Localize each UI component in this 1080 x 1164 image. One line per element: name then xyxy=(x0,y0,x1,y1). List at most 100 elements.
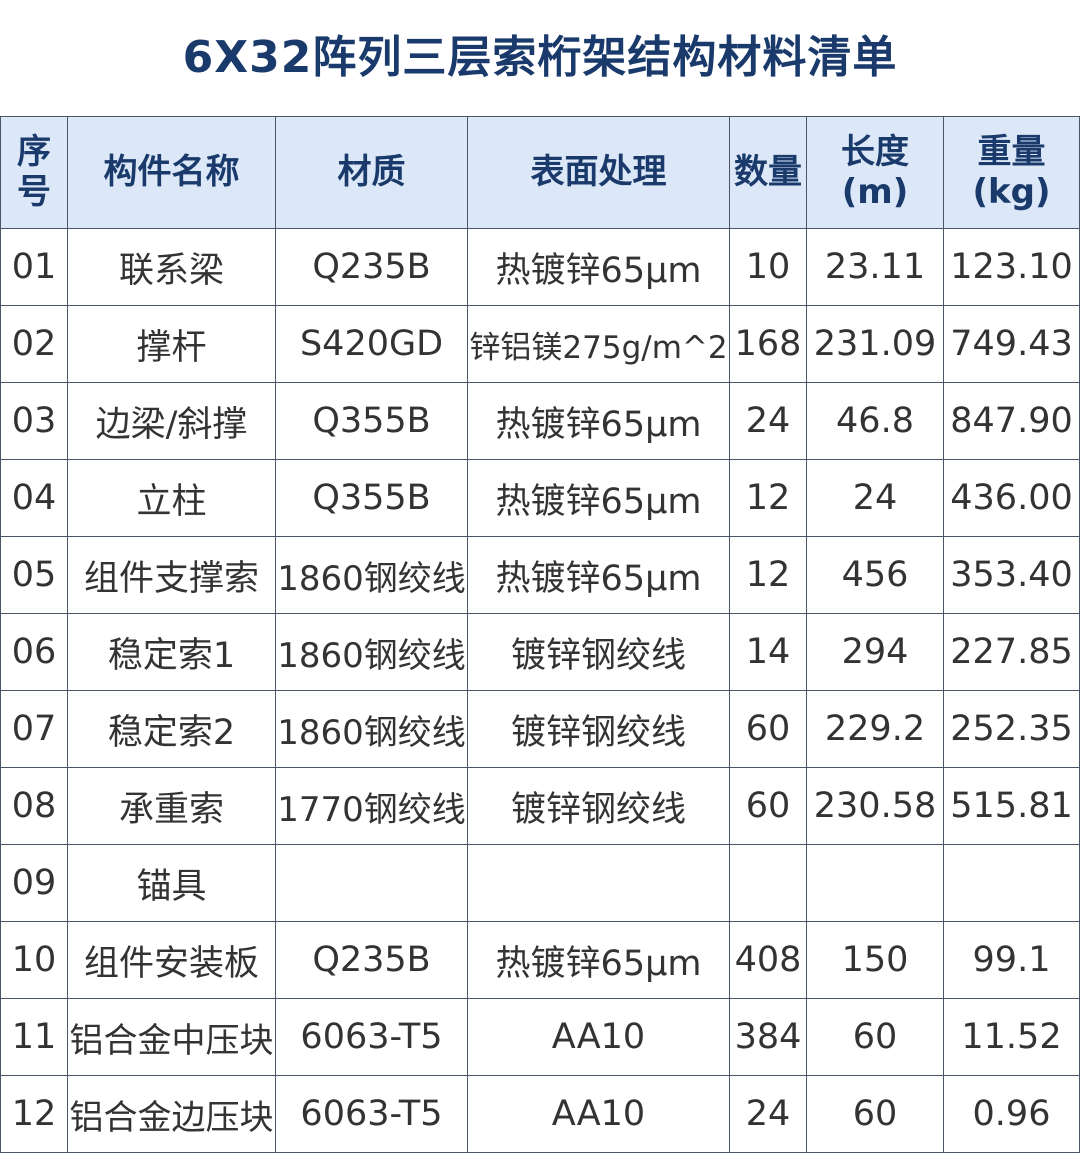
cell-length xyxy=(806,844,944,922)
cell-surface: 镀锌钢绞线 xyxy=(467,613,730,691)
cell-qty: 60 xyxy=(729,690,807,768)
cell-length: 150 xyxy=(806,921,944,999)
cell-seq: 02 xyxy=(0,305,68,383)
cell-qty: 24 xyxy=(729,382,807,460)
cell-material: S420GD xyxy=(275,305,468,383)
cell-length: 60 xyxy=(806,1075,944,1153)
cell-material: 1860钢绞线 xyxy=(275,690,468,768)
cell-length: 23.11 xyxy=(806,228,944,306)
cell-name: 铝合金边压块 xyxy=(67,1075,276,1153)
cell-name: 撑杆 xyxy=(67,305,276,383)
header-seq: 序号 xyxy=(0,116,68,229)
cell-seq: 09 xyxy=(0,844,68,922)
table-row: 05 组件支撑索 1860钢绞线 热镀锌65μm 12 456 353.40 xyxy=(0,536,1080,614)
cell-surface xyxy=(467,844,730,922)
cell-name: 锚具 xyxy=(67,844,276,922)
header-weight-line2: (kg) xyxy=(972,171,1051,212)
cell-name: 稳定索1 xyxy=(67,613,276,691)
cell-seq: 12 xyxy=(0,1075,68,1153)
cell-length: 230.58 xyxy=(806,767,944,845)
header-seq-line1: 序 xyxy=(17,132,51,173)
cell-weight: 749.43 xyxy=(943,305,1080,383)
header-material: 材质 xyxy=(275,116,468,229)
cell-qty: 24 xyxy=(729,1075,807,1153)
cell-weight: 847.90 xyxy=(943,382,1080,460)
cell-qty: 168 xyxy=(729,305,807,383)
cell-length: 294 xyxy=(806,613,944,691)
cell-material: 1860钢绞线 xyxy=(275,613,468,691)
cell-weight: 227.85 xyxy=(943,613,1080,691)
header-seq-line2: 号 xyxy=(17,171,51,212)
cell-weight: 353.40 xyxy=(943,536,1080,614)
cell-name: 边梁/斜撑 xyxy=(67,382,276,460)
cell-weight: 123.10 xyxy=(943,228,1080,306)
cell-seq: 10 xyxy=(0,921,68,999)
table-row: 12 铝合金边压块 6063-T5 AA10 24 60 0.96 xyxy=(0,1075,1080,1153)
cell-weight: 252.35 xyxy=(943,690,1080,768)
cell-material: Q355B xyxy=(275,459,468,537)
cell-surface: AA10 xyxy=(467,1075,730,1153)
header-length-line1: 长度 xyxy=(841,132,909,173)
cell-name: 联系梁 xyxy=(67,228,276,306)
cell-material: Q355B xyxy=(275,382,468,460)
cell-qty xyxy=(729,844,807,922)
header-weight-line1: 重量 xyxy=(977,132,1046,173)
cell-surface: 锌铝镁275g/m^2 xyxy=(467,305,730,383)
cell-material xyxy=(275,844,468,922)
cell-surface: AA10 xyxy=(467,998,730,1076)
table-row: 08 承重索 1770钢绞线 镀锌钢绞线 60 230.58 515.81 xyxy=(0,767,1080,845)
cell-seq: 06 xyxy=(0,613,68,691)
table-row: 04 立柱 Q355B 热镀锌65μm 12 24 436.00 xyxy=(0,459,1080,537)
table-row: 01 联系梁 Q235B 热镀锌65μm 10 23.11 123.10 xyxy=(0,228,1080,306)
cell-weight: 11.52 xyxy=(943,998,1080,1076)
cell-surface: 镀锌钢绞线 xyxy=(467,767,730,845)
cell-weight xyxy=(943,844,1080,922)
cell-name: 立柱 xyxy=(67,459,276,537)
cell-surface: 热镀锌65μm xyxy=(467,921,730,999)
cell-material: 1770钢绞线 xyxy=(275,767,468,845)
cell-seq: 08 xyxy=(0,767,68,845)
cell-seq: 11 xyxy=(0,998,68,1076)
cell-qty: 60 xyxy=(729,767,807,845)
cell-material: 6063-T5 xyxy=(275,1075,468,1153)
cell-surface: 热镀锌65μm xyxy=(467,382,730,460)
page-title: 6X32阵列三层索桁架结构材料清单 xyxy=(182,32,898,83)
cell-material: Q235B xyxy=(275,228,468,306)
cell-qty: 12 xyxy=(729,536,807,614)
table-row: 11 铝合金中压块 6063-T5 AA10 384 60 11.52 xyxy=(0,998,1080,1076)
cell-name: 承重索 xyxy=(67,767,276,845)
cell-length: 229.2 xyxy=(806,690,944,768)
cell-weight: 0.96 xyxy=(943,1075,1080,1153)
header-surface: 表面处理 xyxy=(467,116,730,229)
cell-surface: 热镀锌65μm xyxy=(467,228,730,306)
header-qty: 数量 xyxy=(729,116,807,229)
cell-seq: 07 xyxy=(0,690,68,768)
cell-surface: 镀锌钢绞线 xyxy=(467,690,730,768)
header-length-line2: (m) xyxy=(841,171,909,212)
cell-seq: 04 xyxy=(0,459,68,537)
cell-surface: 热镀锌65μm xyxy=(467,536,730,614)
table-row: 06 稳定索1 1860钢绞线 镀锌钢绞线 14 294 227.85 xyxy=(0,613,1080,691)
cell-name: 稳定索2 xyxy=(67,690,276,768)
cell-length: 60 xyxy=(806,998,944,1076)
cell-qty: 408 xyxy=(729,921,807,999)
cell-qty: 10 xyxy=(729,228,807,306)
cell-weight: 515.81 xyxy=(943,767,1080,845)
cell-length: 231.09 xyxy=(806,305,944,383)
cell-length: 46.8 xyxy=(806,382,944,460)
table-row: 10 组件安装板 Q235B 热镀锌65μm 408 150 99.1 xyxy=(0,921,1080,999)
cell-qty: 12 xyxy=(729,459,807,537)
cell-name: 组件支撑索 xyxy=(67,536,276,614)
cell-weight: 436.00 xyxy=(943,459,1080,537)
cell-weight: 99.1 xyxy=(943,921,1080,999)
table-row: 03 边梁/斜撑 Q355B 热镀锌65μm 24 46.8 847.90 xyxy=(0,382,1080,460)
header-length: 长度 (m) xyxy=(806,116,944,229)
table-row: 07 稳定索2 1860钢绞线 镀锌钢绞线 60 229.2 252.35 xyxy=(0,690,1080,768)
cell-seq: 05 xyxy=(0,536,68,614)
cell-name: 铝合金中压块 xyxy=(67,998,276,1076)
cell-length: 456 xyxy=(806,536,944,614)
cell-material: Q235B xyxy=(275,921,468,999)
cell-material: 1860钢绞线 xyxy=(275,536,468,614)
table-header-row: 序号 构件名称 材质 表面处理 数量 长度 (m) 重量 (kg) xyxy=(0,116,1080,229)
table-row: 02 撑杆 S420GD 锌铝镁275g/m^2 168 231.09 749.43 xyxy=(0,305,1080,383)
